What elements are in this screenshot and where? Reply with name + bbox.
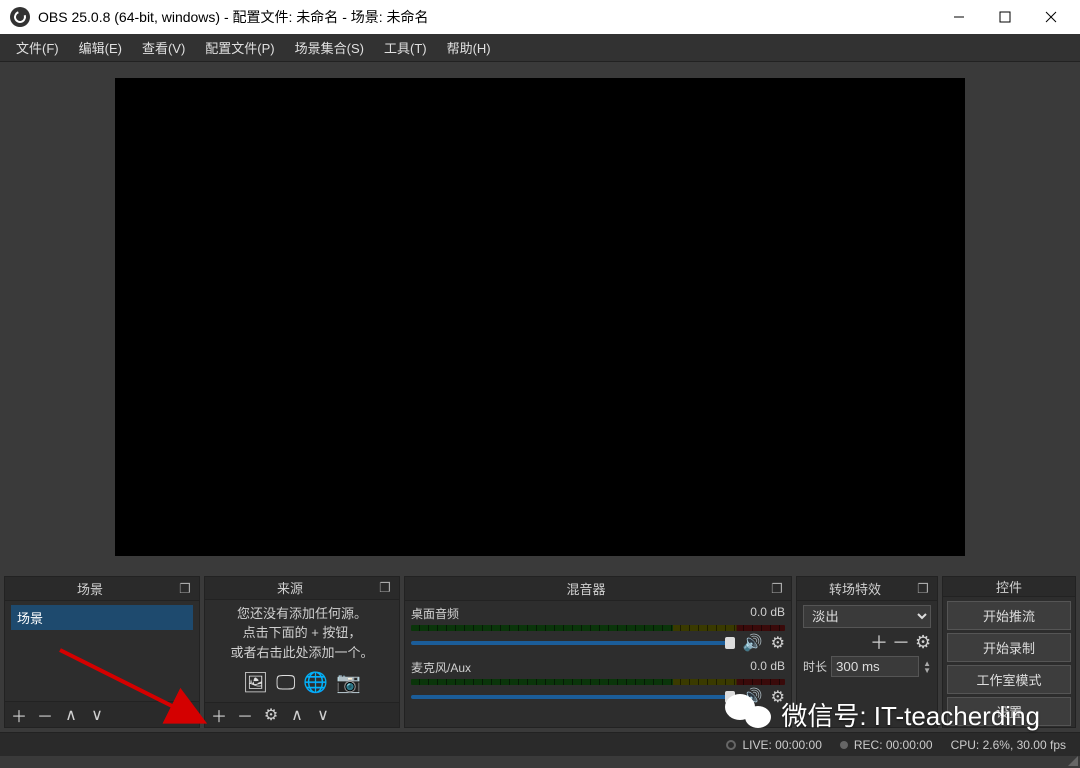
- annotation-wechat-overlay: 微信号: IT-teacherding: [725, 694, 1040, 734]
- mixer-ch2-name: 麦克风/Aux: [411, 659, 471, 676]
- display-source-icon: 🖵: [276, 668, 295, 698]
- transition-duration-label: 时长: [803, 658, 827, 675]
- dock-transitions-title: 转场特效: [797, 579, 913, 598]
- mixer-ch1-name: 桌面音频: [411, 605, 459, 622]
- remove-scene-button[interactable]: －: [37, 707, 53, 723]
- source-down-button[interactable]: ∨: [315, 707, 331, 723]
- status-cpu: CPU: 2.6%, 30.00 fps: [951, 738, 1066, 752]
- remove-source-button[interactable]: －: [237, 707, 253, 723]
- start-recording-button[interactable]: 开始录制: [947, 633, 1071, 662]
- transition-duration-input[interactable]: [831, 656, 919, 677]
- menu-file[interactable]: 文件(F): [8, 34, 67, 61]
- annotation-wechat-text: 微信号: IT-teacherding: [781, 696, 1040, 733]
- menu-scene-collection[interactable]: 场景集合(S): [287, 34, 372, 61]
- sources-empty-line2: 点击下面的 + 按钮，: [211, 623, 393, 643]
- window-close-button[interactable]: [1028, 2, 1074, 32]
- mixer-ch2-meter: [411, 679, 785, 685]
- mixer-ch1-slider[interactable]: [411, 641, 735, 645]
- resize-grip-icon[interactable]: [1068, 756, 1078, 766]
- menu-view[interactable]: 查看(V): [134, 34, 193, 61]
- start-streaming-button[interactable]: 开始推流: [947, 601, 1071, 630]
- scene-up-button[interactable]: ∧: [63, 707, 79, 723]
- menu-edit[interactable]: 编辑(E): [71, 34, 130, 61]
- menu-tools[interactable]: 工具(T): [376, 34, 435, 61]
- menu-help[interactable]: 帮助(H): [439, 34, 499, 61]
- popout-icon[interactable]: ❐: [767, 579, 787, 599]
- status-bar: LIVE: 00:00:00 REC: 00:00:00 CPU: 2.6%, …: [0, 732, 1080, 756]
- preview-area: [0, 62, 1080, 572]
- transition-select[interactable]: 淡出: [803, 605, 931, 628]
- window-titlebar: OBS 25.0.8 (64-bit, windows) - 配置文件: 未命名…: [0, 0, 1080, 34]
- status-live: LIVE: 00:00:00: [742, 738, 821, 752]
- mixer-ch1-db: 0.0 dB: [750, 605, 785, 622]
- status-rec: REC: 00:00:00: [854, 738, 933, 752]
- dock-scenes-title: 场景: [5, 579, 175, 598]
- rec-indicator-icon: [840, 741, 848, 749]
- scene-list-item[interactable]: 场景: [11, 605, 193, 630]
- studio-mode-button[interactable]: 工作室模式: [947, 665, 1071, 694]
- add-source-button[interactable]: ＋: [211, 707, 227, 723]
- duration-spinner[interactable]: ▲▼: [923, 660, 931, 674]
- dock-mixer-title: 混音器: [405, 579, 767, 598]
- speaker-icon[interactable]: 🔊: [743, 633, 763, 653]
- obs-app-icon: [10, 7, 30, 27]
- transition-add-button[interactable]: ＋: [871, 634, 887, 650]
- window-title: OBS 25.0.8 (64-bit, windows) - 配置文件: 未命名…: [38, 7, 936, 27]
- scene-down-button[interactable]: ∨: [89, 707, 105, 723]
- gear-icon[interactable]: ⚙: [771, 633, 785, 653]
- source-up-button[interactable]: ∧: [289, 707, 305, 723]
- sources-toolbar: ＋ － ⚙ ∧ ∨: [205, 702, 399, 727]
- add-scene-button[interactable]: ＋: [11, 707, 27, 723]
- window-maximize-button[interactable]: [982, 2, 1028, 32]
- wechat-icon: [725, 694, 771, 734]
- source-settings-button[interactable]: ⚙: [263, 707, 279, 723]
- live-indicator-icon: [726, 740, 736, 750]
- camera-source-icon: 📷: [336, 668, 361, 698]
- preview-canvas[interactable]: [115, 78, 965, 556]
- mixer-ch2-slider[interactable]: [411, 695, 735, 699]
- sources-empty-area[interactable]: 您还没有添加任何源。 点击下面的 + 按钮， 或者右击此处添加一个。 🖼 🖵 🌐…: [205, 600, 399, 703]
- popout-icon[interactable]: ❐: [175, 579, 195, 599]
- sources-empty-line1: 您还没有添加任何源。: [211, 604, 393, 624]
- dock-sources-title: 来源: [205, 578, 375, 597]
- transition-settings-button[interactable]: ⚙: [915, 634, 931, 650]
- image-source-icon: 🖼: [243, 668, 268, 698]
- scenes-toolbar: ＋ － ∧ ∨: [5, 701, 199, 727]
- globe-source-icon: 🌐: [303, 668, 328, 698]
- window-minimize-button[interactable]: [936, 2, 982, 32]
- popout-icon[interactable]: ❐: [375, 578, 395, 598]
- menu-bar: 文件(F) 编辑(E) 查看(V) 配置文件(P) 场景集合(S) 工具(T) …: [0, 34, 1080, 62]
- menu-profile[interactable]: 配置文件(P): [197, 34, 282, 61]
- dock-sources: 来源 ❐ 您还没有添加任何源。 点击下面的 + 按钮， 或者右击此处添加一个。 …: [204, 576, 400, 728]
- mixer-ch2-db: 0.0 dB: [750, 659, 785, 676]
- mixer-channel-desktop: 桌面音频 0.0 dB 🔊 ⚙: [411, 605, 785, 653]
- transition-remove-button[interactable]: －: [893, 634, 909, 650]
- dock-scenes: 场景 ❐ 场景 ＋ － ∧ ∨: [4, 576, 200, 728]
- mixer-ch1-meter: [411, 625, 785, 631]
- sources-empty-line3: 或者右击此处添加一个。: [211, 643, 393, 663]
- dock-controls-title: 控件: [943, 577, 1075, 596]
- popout-icon[interactable]: ❐: [913, 579, 933, 599]
